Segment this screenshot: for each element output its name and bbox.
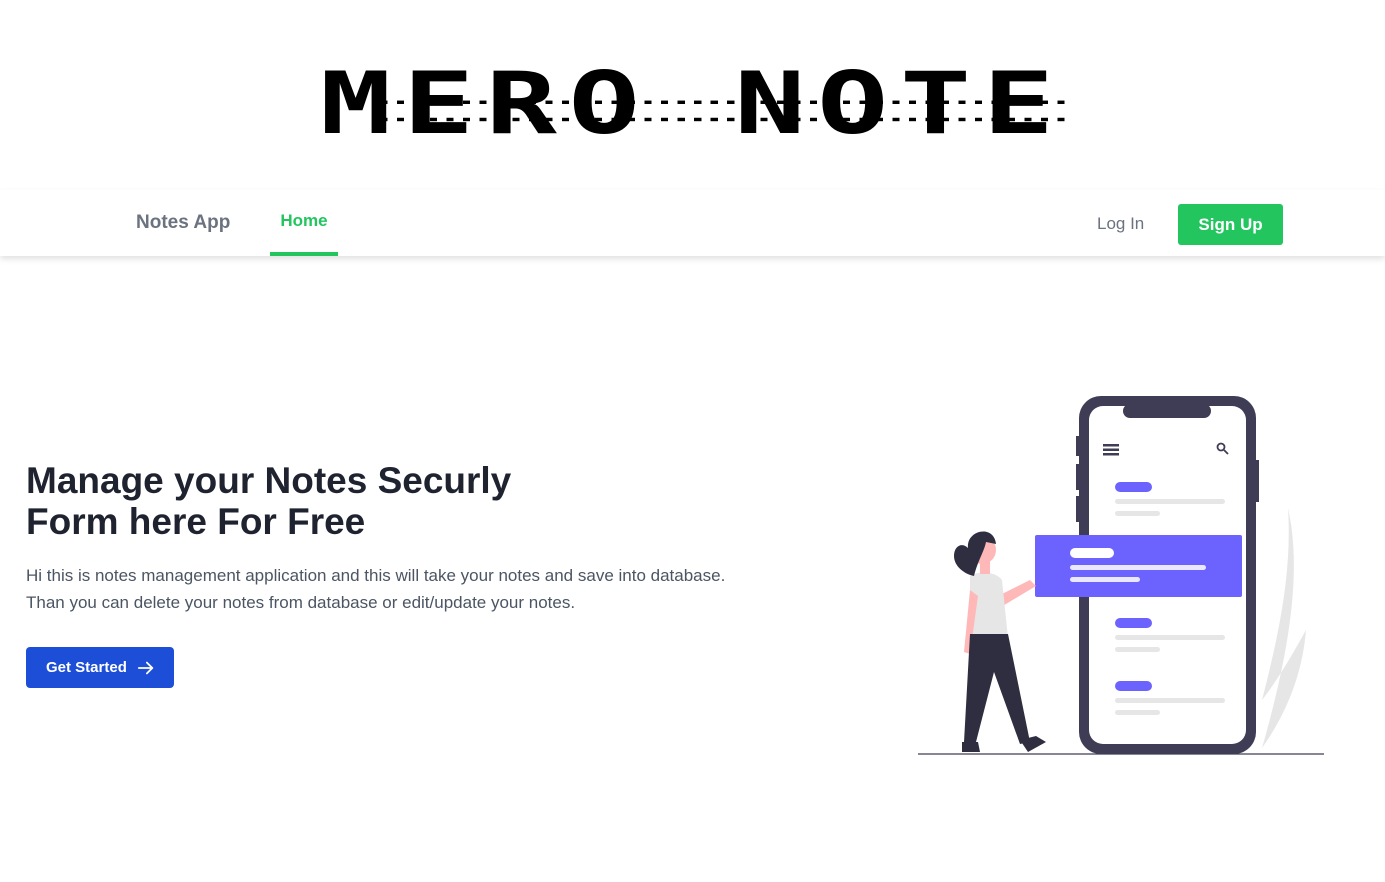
logo: MERO NOTE <box>0 58 1385 150</box>
hero-title-line-2: Form here For Free <box>26 501 366 542</box>
get-started-label: Get Started <box>46 659 127 676</box>
phone-side-button <box>1076 464 1080 490</box>
nav-link-home[interactable]: Home <box>270 190 338 256</box>
brand-link[interactable]: Notes App <box>136 212 230 234</box>
login-link[interactable]: Log In <box>1097 214 1144 234</box>
navbar: Notes App Home Log In Sign Up <box>0 190 1385 256</box>
phone-notch <box>1123 404 1211 418</box>
arrow-right-icon <box>137 661 154 674</box>
phone-side-button <box>1076 436 1080 456</box>
hero-title: Manage your Notes Securly Form here For … <box>26 460 666 542</box>
signup-button[interactable]: Sign Up <box>1178 204 1283 245</box>
person-figure <box>954 531 1046 752</box>
hero-title-line-1: Manage your Notes Securly <box>26 460 512 501</box>
phone-side-button <box>1076 496 1080 522</box>
nav-link-home-label: Home <box>280 211 328 230</box>
get-started-button[interactable]: Get Started <box>26 647 174 688</box>
hero-illustration <box>918 396 1324 755</box>
menu-icon <box>1103 444 1119 456</box>
hero-description: Hi this is notes management application … <box>26 566 726 612</box>
highlighted-note-card <box>1035 535 1242 597</box>
phone-side-button <box>1255 460 1259 502</box>
logo-text: MERO NOTE <box>319 53 1066 154</box>
plant-leaf <box>1262 508 1306 748</box>
